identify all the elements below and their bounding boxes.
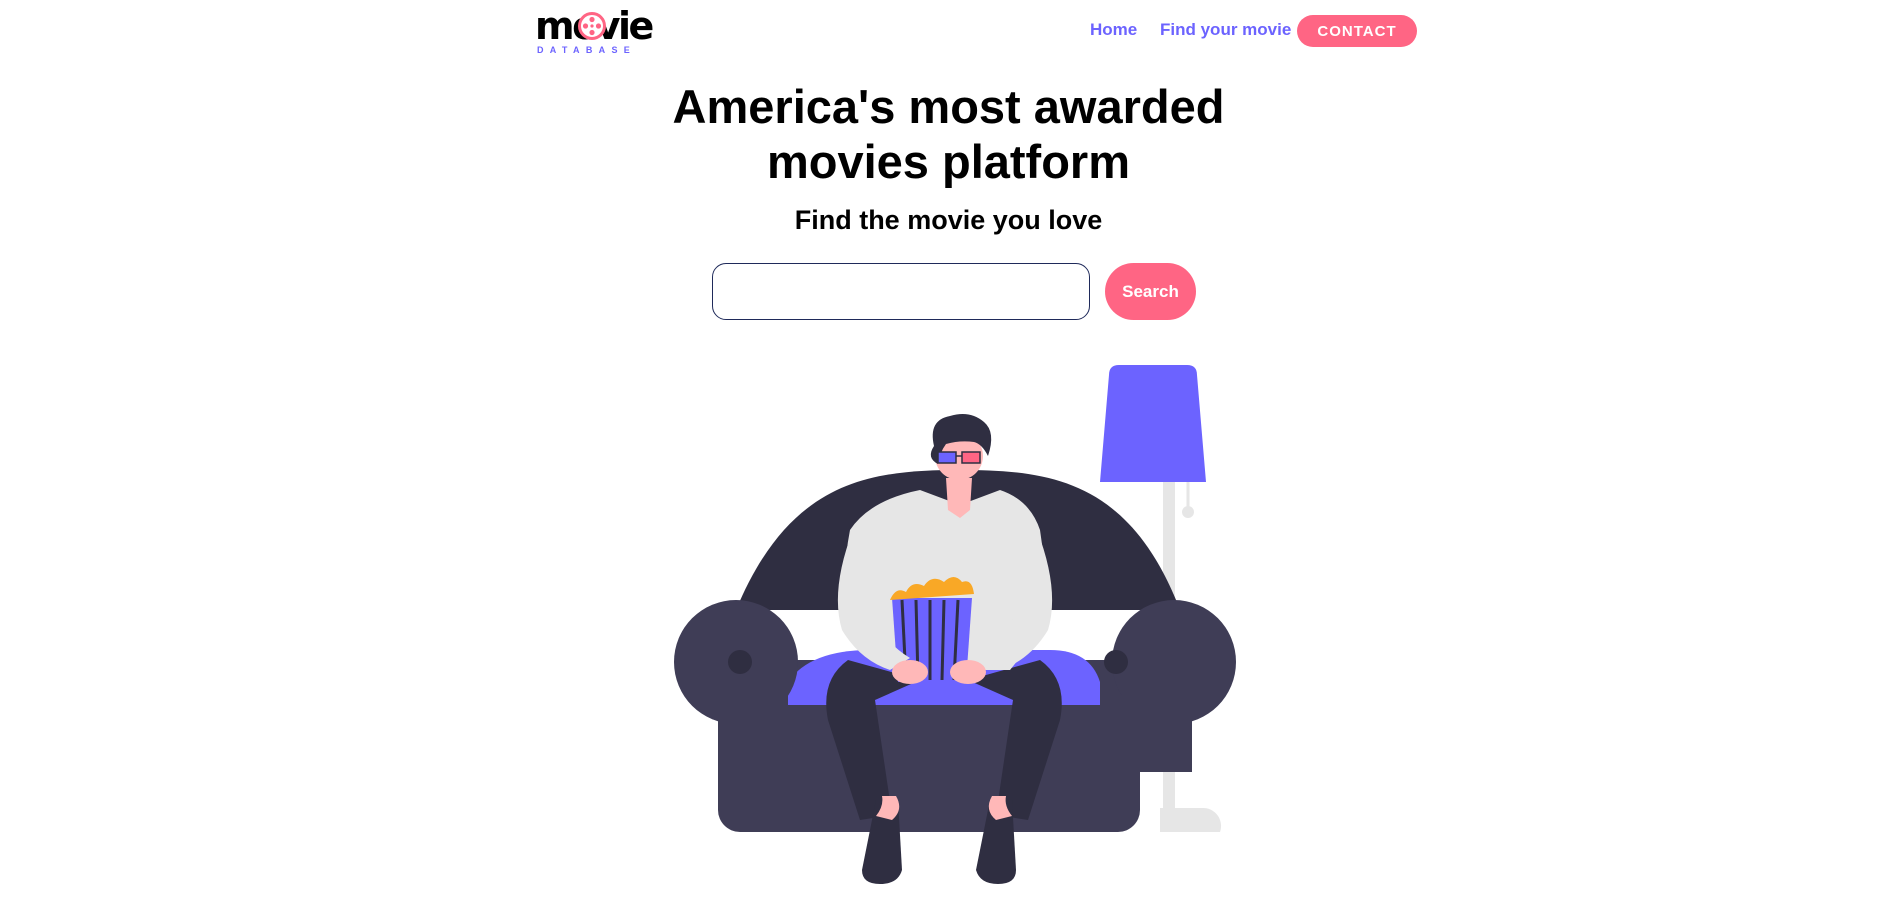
search-input[interactable] [712, 263, 1090, 320]
nav-find-movie-link[interactable]: Find your movie [1160, 20, 1291, 40]
logo-subtitle: DATABASE [537, 45, 637, 55]
logo[interactable]: movie DATABASE [535, 4, 660, 55]
hero-title: America's most awarded movies platform [0, 79, 1897, 189]
hero-title-line-1: America's most awarded [672, 80, 1225, 133]
page: movie DATABASE Home Find your movie CONT… [0, 0, 1897, 918]
nav-home-link[interactable]: Home [1090, 20, 1137, 40]
contact-button[interactable]: CONTACT [1297, 15, 1417, 47]
search-button[interactable]: Search [1105, 263, 1196, 320]
sofa-arm-left [674, 600, 798, 772]
hero-title-line-2: movies platform [766, 135, 1131, 188]
hand-right [950, 660, 986, 684]
film-reel-icon [578, 12, 606, 40]
hero-subtitle: Find the movie you love [794, 205, 1103, 235]
hand-left [892, 660, 928, 684]
sofa-arm-right [1104, 600, 1236, 772]
person-watching-movie-illustration [674, 365, 1236, 884]
